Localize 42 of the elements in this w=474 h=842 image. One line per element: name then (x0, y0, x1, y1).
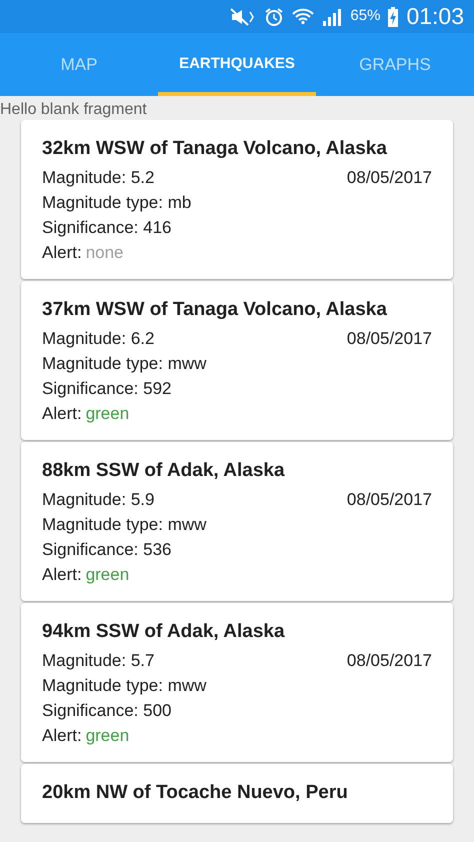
magnitude-text: Magnitude: 5.7 (42, 650, 154, 672)
earthquake-card[interactable]: 32km WSW of Tanaga Volcano, Alaska Magnitude: 5.2 08/05/2017 Magnitude type: mb Significance: 416 Alert: none (21, 120, 453, 279)
magnitude-text: Magnitude: 6.2 (42, 328, 154, 350)
earthquake-card[interactable]: 94km SSW of Adak, Alaska Magnitude: 5.7 08/05/2017 Magnitude type: mww Significance: 500 Alert: green (21, 603, 453, 762)
magnitude-text: Magnitude: 5.9 (42, 489, 154, 511)
significance-text: Significance: 500 (42, 700, 172, 722)
earthquake-title: 88km SSW of Adak, Alaska (42, 459, 286, 483)
magnitude-type-text: Magnitude type: mww (42, 353, 208, 375)
significance-text: Significance: 592 (42, 378, 172, 400)
magnitude-type-text: Magnitude type: mww (42, 675, 208, 697)
date-text: 08/05/2017 (346, 650, 432, 672)
significance-text: Significance: 536 (42, 539, 172, 561)
alert-value: green (86, 725, 130, 747)
alert-value: none (86, 242, 124, 264)
fragment-text: Hello blank fragment (0, 102, 148, 118)
earthquake-title: 94km SSW of Adak, Alaska (42, 620, 286, 644)
alert-label: Alert: (42, 403, 82, 425)
earthquake-card[interactable]: 37km WSW of Tanaga Volcano, Alaska Magnitude: 6.2 08/05/2017 Magnitude type: mww Significance: 592 Alert: green (21, 281, 453, 440)
wifi-icon (292, 6, 314, 26)
earthquake-title: 20km NW of Tocache Nuevo, Peru (42, 781, 349, 805)
alert-value: green (86, 403, 130, 425)
alert-label: Alert: (42, 564, 82, 586)
date-text: 08/05/2017 (346, 167, 432, 189)
magnitude-type-text: Magnitude type: mww (42, 514, 208, 536)
alarm-icon (264, 6, 284, 26)
clock-time: 01:03 (406, 2, 464, 32)
earthquake-title: 32km WSW of Tanaga Volcano, Alaska (42, 137, 388, 161)
magnitude-text: Magnitude: 5.2 (42, 167, 154, 189)
earthquake-card[interactable]: 20km NW of Tocache Nuevo, Peru (21, 764, 453, 823)
mute-icon (230, 8, 256, 26)
significance-text: Significance: 416 (42, 217, 172, 239)
magnitude-type-text: Magnitude type: mb (42, 192, 192, 214)
earthquake-card[interactable]: 88km SSW of Adak, Alaska Magnitude: 5.9 08/05/2017 Magnitude type: mww Significance: 536 Alert: green (21, 442, 453, 601)
battery-percentage: 65% (350, 6, 380, 26)
date-text: 08/05/2017 (346, 328, 432, 350)
earthquake-title: 37km WSW of Tanaga Volcano, Alaska (42, 298, 388, 322)
date-text: 08/05/2017 (346, 489, 432, 511)
signal-icon (322, 8, 342, 26)
alert-label: Alert: (42, 725, 82, 747)
alert-label: Alert: (42, 242, 82, 264)
battery-charging-icon (388, 6, 398, 26)
alert-value: green (86, 564, 130, 586)
